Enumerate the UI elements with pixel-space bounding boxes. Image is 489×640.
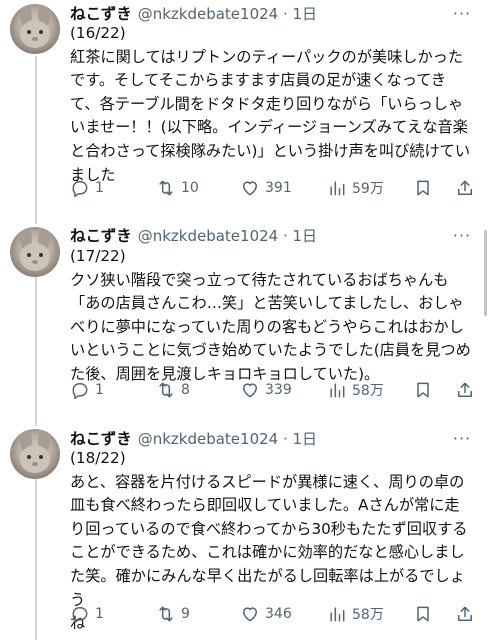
avatar[interactable] [10,227,60,277]
bookmark-icon [417,606,429,622]
share-icon [458,606,472,621]
like-count: 339 [265,382,292,398]
bookmark-button[interactable] [413,604,433,624]
tweet-header: ねこずき @nkzkdebate1024 · 1日 [70,2,317,24]
view-count: 58万 [352,607,384,623]
share-button[interactable] [455,178,475,198]
retweet-icon [159,180,173,196]
retweet-button[interactable]: 10 [156,178,199,198]
reply-icon [72,383,88,400]
like-button[interactable]: 339 [240,380,292,400]
retweet-button[interactable]: 8 [156,380,190,400]
reply-count: 1 [95,382,104,398]
views-button[interactable]: 59万 [327,178,384,198]
view-count: 59万 [352,181,384,197]
heart-icon [243,181,257,196]
bookmark-button[interactable] [413,178,433,198]
like-count: 346 [265,606,292,622]
retweet-icon [159,606,173,622]
retweet-button[interactable]: 9 [156,604,190,624]
reply-count: 1 [95,606,104,622]
views-button[interactable]: 58万 [327,604,384,624]
action-bar: 1 8 339 58万 [64,377,479,403]
views-icon [330,383,345,398]
like-button[interactable]: 346 [240,604,292,624]
views-icon [330,607,345,622]
share-icon [458,180,472,195]
share-icon [458,382,472,397]
display-name[interactable]: ねこずき [70,224,132,246]
heart-icon [243,383,257,398]
bookmark-button[interactable] [413,380,433,400]
reply-icon [72,607,88,624]
tweet-text: (17/22) クソ狭い階段で突っ立って待たされているおばちゃんも 「あの店員さ… [70,247,471,383]
retweet-count: 8 [181,382,190,398]
share-button[interactable] [455,380,475,400]
retweet-count: 9 [181,606,190,622]
view-count: 58万 [352,383,384,399]
like-button[interactable]: 391 [240,178,292,198]
scrollbar[interactable] [484,230,487,316]
reply-button[interactable]: 1 [70,380,104,400]
heart-icon [243,607,257,622]
views-icon [330,181,345,196]
bookmark-icon [417,180,429,196]
more-icon[interactable]: ··· [451,224,473,246]
retweet-icon [159,382,173,398]
reply-icon [72,181,88,198]
more-icon[interactable]: ··· [451,2,473,24]
views-button[interactable]: 58万 [327,380,384,400]
tweet-header: ねこずき @nkzkdebate1024 · 1日 [70,427,317,449]
reply-button[interactable]: 1 [70,604,104,624]
handle-and-time[interactable]: @nkzkdebate1024 · 1日 [138,428,317,449]
thread-line [35,478,37,640]
avatar[interactable] [10,4,60,54]
handle-and-time[interactable]: @nkzkdebate1024 · 1日 [138,225,317,246]
share-button[interactable] [455,604,475,624]
avatar[interactable] [10,429,60,479]
reply-count: 1 [95,180,104,196]
display-name[interactable]: ねこずき [70,2,132,24]
reply-button[interactable]: 1 [70,178,104,198]
thread-line [35,56,37,224]
action-bar: 1 10 391 59万 [64,175,479,201]
tweet-text: (16/22) 紅茶に関してはリプトンのティーパックのが美味しかった です。そし… [70,24,471,184]
action-bar: 1 9 346 58万 [64,601,479,627]
tweet-header: ねこずき @nkzkdebate1024 · 1日 [70,224,317,246]
handle-and-time[interactable]: @nkzkdebate1024 · 1日 [138,3,317,24]
retweet-count: 10 [181,180,199,196]
display-name[interactable]: ねこずき [70,427,132,449]
like-count: 391 [265,180,292,196]
bookmark-icon [417,382,429,398]
thread-line [35,276,37,426]
more-icon[interactable]: ··· [451,427,473,449]
